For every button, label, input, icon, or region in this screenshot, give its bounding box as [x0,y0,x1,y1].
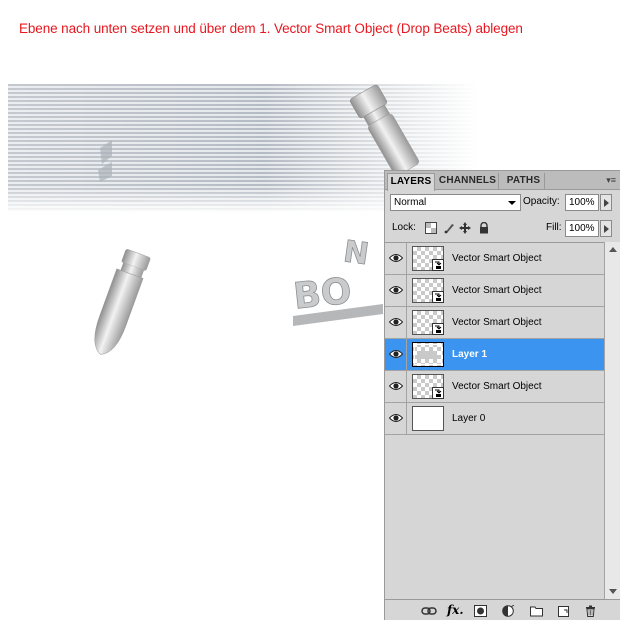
eye-icon [389,286,403,294]
layer-name: Vector Smart Object [452,381,542,392]
lock-image-icon[interactable] [443,222,455,234]
panel-menu-icon[interactable]: ▾≡ [606,175,616,186]
lock-position-icon[interactable] [459,222,471,234]
panel-tabbar: LAYERS CHANNELS PATHS ▾≡ [385,171,620,191]
eye-icon [389,382,403,390]
chevron-down-icon [508,201,516,205]
layer-thumbnail[interactable] [412,374,444,399]
link-layers-icon[interactable] [421,605,437,617]
layer-row[interactable]: Vector Smart Object [385,371,604,403]
fx-icon[interactable]: fx. [447,603,465,617]
layer-name: Vector Smart Object [452,317,542,328]
opacity-slider-toggle[interactable] [600,194,612,211]
lock-label: Lock: [392,222,416,233]
eye-icon [389,318,403,326]
visibility-toggle[interactable] [385,403,407,434]
layer-row[interactable]: Vector Smart Object [385,243,604,275]
visibility-toggle[interactable] [385,307,407,338]
layer-name: Vector Smart Object [452,285,542,296]
smart-object-badge-icon [432,291,444,303]
visibility-toggle[interactable] [385,243,407,274]
scroll-up-icon[interactable] [609,247,617,252]
tab-layers[interactable]: LAYERS [387,173,435,191]
mask-icon[interactable] [474,605,487,617]
opacity-input[interactable]: 100% [565,194,599,211]
layer-name: Layer 0 [452,413,486,424]
layer-thumbnail[interactable] [412,342,444,367]
fill-slider-toggle[interactable] [600,220,612,237]
new-layer-icon[interactable] [557,605,570,617]
eye-icon [389,414,403,422]
layer-row[interactable]: Vector Smart Object [385,307,604,339]
scroll-down-icon[interactable] [609,589,617,594]
layers-panel: LAYERS CHANNELS PATHS ▾≡ Normal Opacity:… [384,170,620,620]
lock-all-icon[interactable] [478,222,490,234]
layer-thumbnail[interactable] [412,278,444,303]
layer-row[interactable]: Layer 1 [385,339,604,371]
layer-thumbnail[interactable] [412,406,444,431]
layer-name: Layer 1 [452,349,488,360]
layer-name: Vector Smart Object [452,253,542,264]
layers-list: Vector Smart Object Vector Smart Object Ve… [385,242,604,599]
eye-icon [389,350,403,358]
layer-thumbnail[interactable] [412,246,444,271]
visibility-toggle[interactable] [385,339,407,370]
fill-input[interactable]: 100% [565,220,599,237]
adjustment-icon[interactable] [502,605,515,617]
blend-mode-value: Normal [394,197,427,208]
tab-paths[interactable]: PATHS [503,173,545,190]
trash-icon[interactable] [584,605,597,617]
blend-mode-select[interactable]: Normal [390,194,521,211]
layers-scrollbar[interactable] [604,242,620,599]
layer-thumbnail[interactable] [412,310,444,335]
opacity-label: Opacity: [523,196,560,207]
fill-label: Fill: [546,222,562,233]
layer-row[interactable]: Layer 0 [385,403,604,435]
layer-row[interactable]: Vector Smart Object [385,275,604,307]
tab-channels[interactable]: CHANNELS [437,173,499,190]
smart-object-badge-icon [432,387,444,399]
eye-icon [389,254,403,262]
smart-object-badge-icon [432,259,444,271]
visibility-toggle[interactable] [385,371,407,402]
svg-text:N: N [341,234,371,272]
instruction-text: Ebene nach unten setzen und über dem 1. … [19,21,523,36]
group-folder-icon[interactable] [530,605,543,617]
panel-bottom-toolbar: fx. [385,599,620,620]
smart-object-badge-icon [432,323,444,335]
lock-transparent-icon[interactable] [425,222,437,234]
layer-content-preview [417,351,437,359]
visibility-toggle[interactable] [385,275,407,306]
svg-text:BO: BO [292,271,354,318]
